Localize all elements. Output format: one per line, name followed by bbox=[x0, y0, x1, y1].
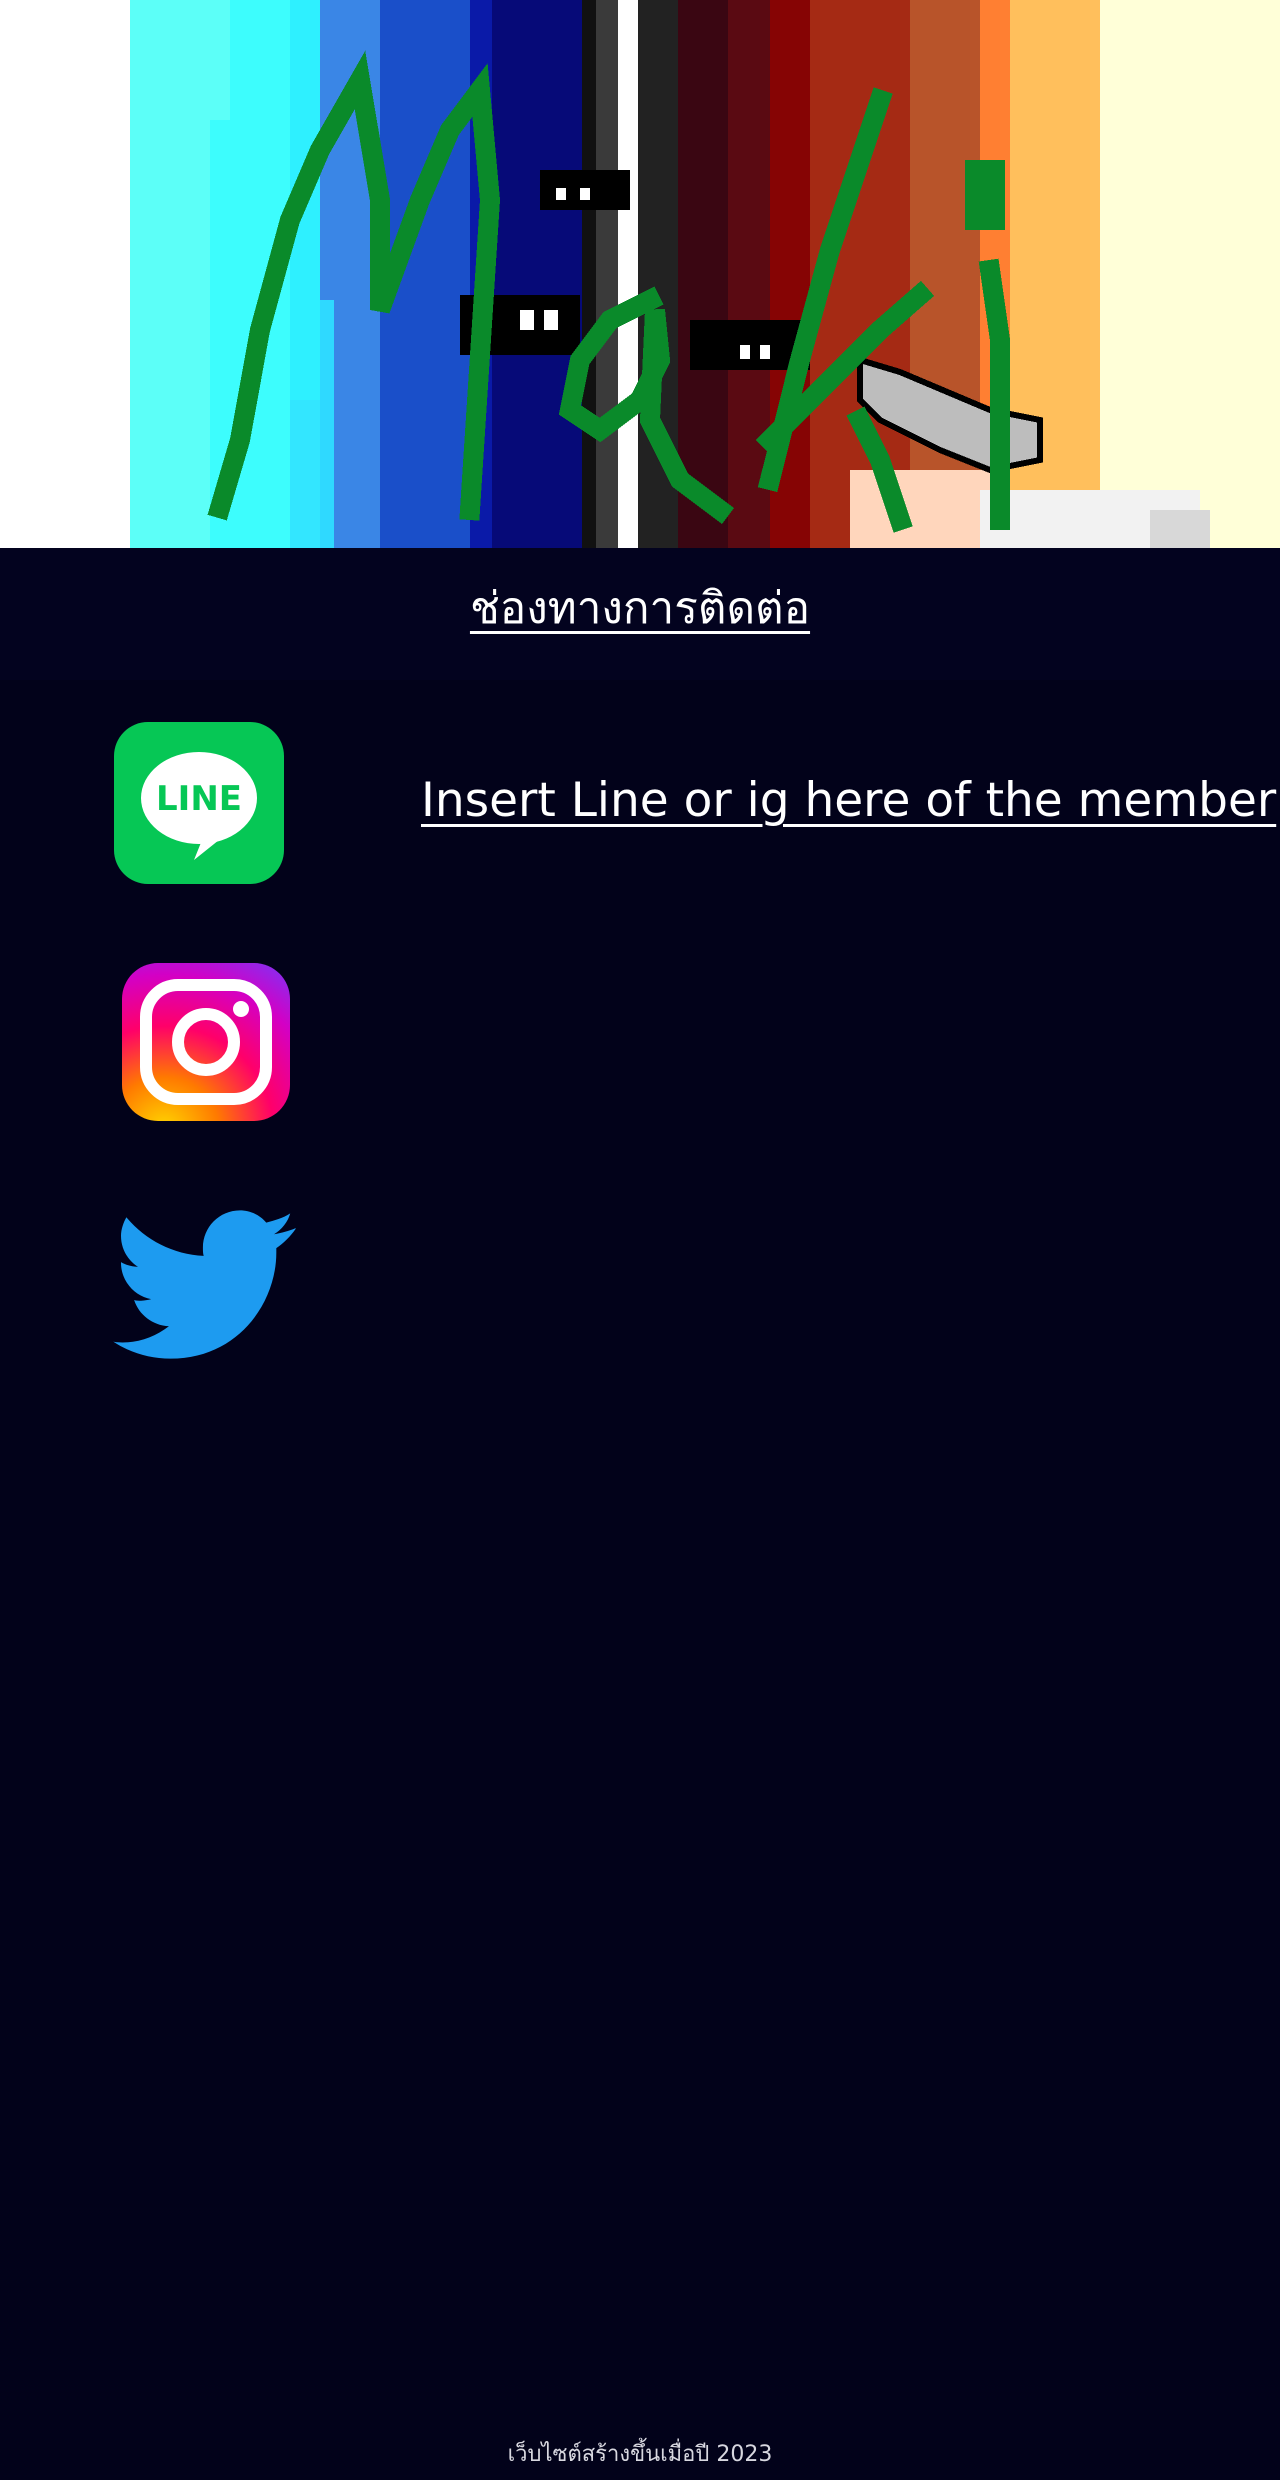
contact-header: ช่องทางการติดต่อ bbox=[0, 548, 1280, 680]
line-link[interactable]: LINE bbox=[114, 722, 284, 884]
footer-note: เว็บไซต์สร้างขึ้นเมื่อปี 2023 bbox=[507, 2442, 773, 2467]
member-contact-link[interactable]: Insert Line or ig here of the member bbox=[421, 768, 1276, 834]
line-logo-text: LINE bbox=[156, 779, 242, 819]
twitter-link[interactable] bbox=[112, 1208, 300, 1378]
instagram-icon bbox=[122, 963, 290, 1121]
instagram-link[interactable] bbox=[122, 963, 292, 1123]
twitter-bird-icon bbox=[113, 1210, 296, 1359]
header-banner bbox=[0, 0, 1280, 548]
contact-title: ช่องทางการติดต่อ bbox=[469, 583, 811, 634]
line-icon: LINE bbox=[114, 722, 284, 884]
banner-artwork bbox=[0, 0, 1280, 548]
